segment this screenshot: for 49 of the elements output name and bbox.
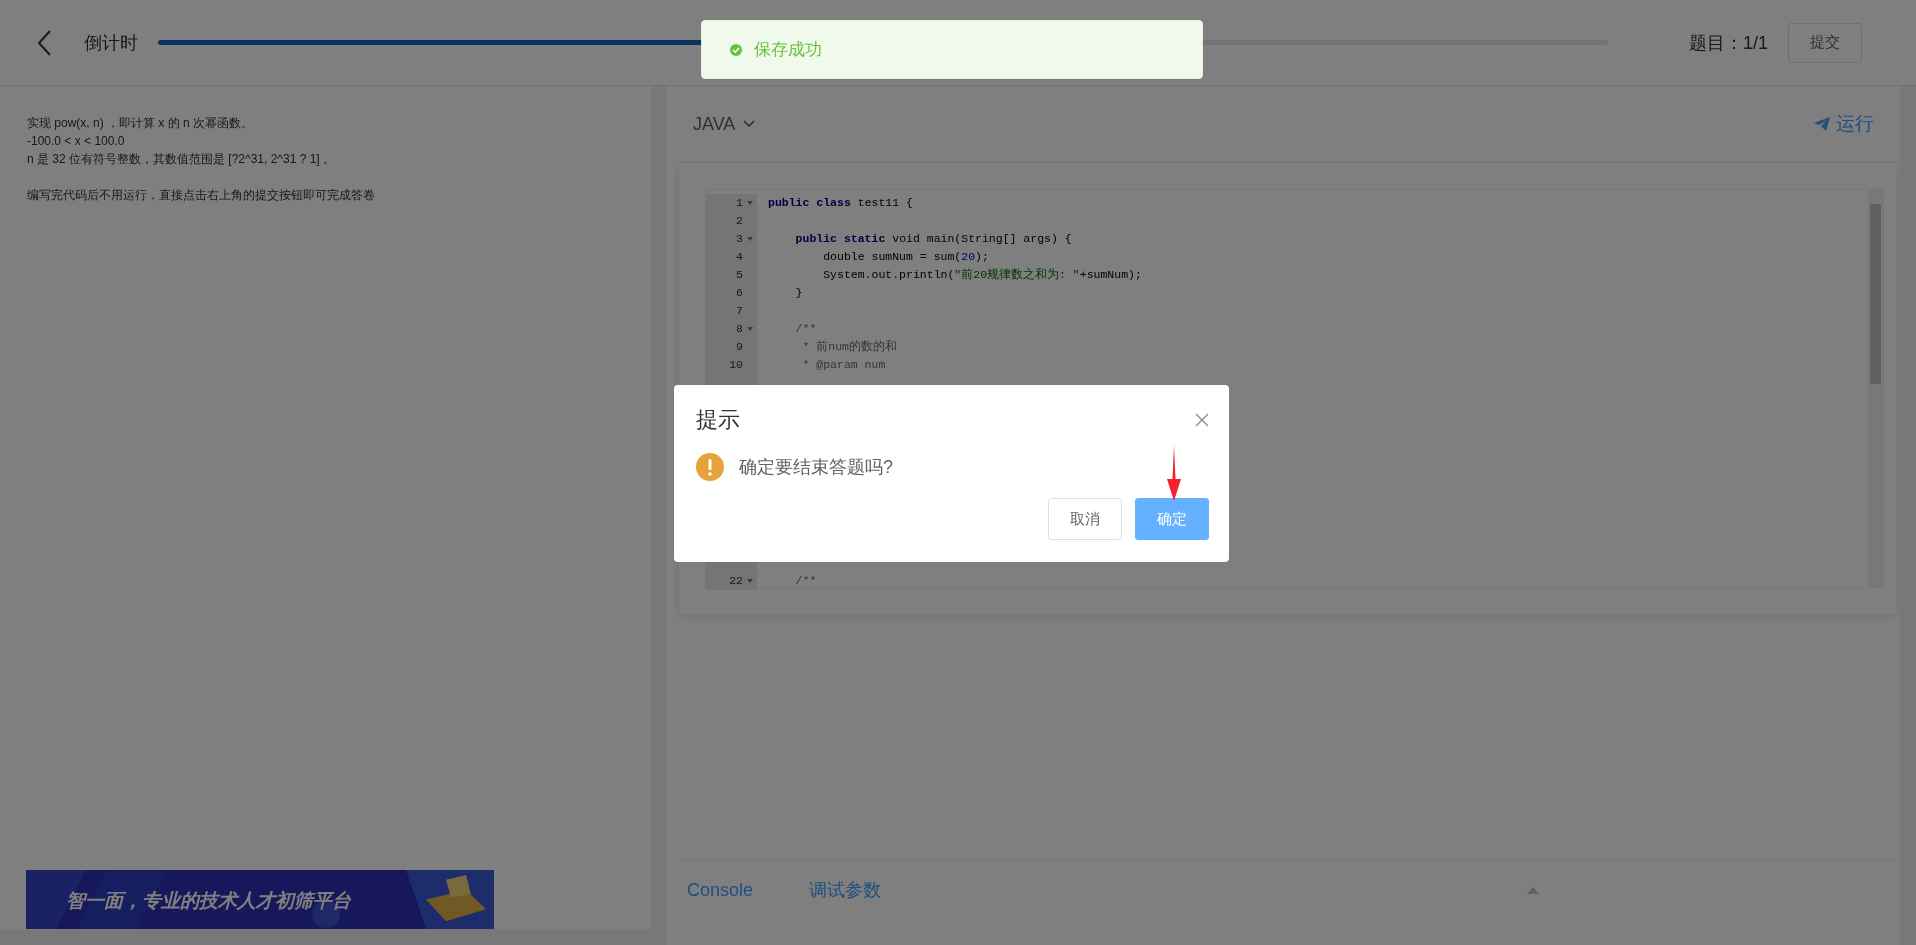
code-line: * @param num [801, 358, 886, 371]
line-number: 5 [736, 267, 743, 283]
close-icon[interactable] [1195, 413, 1209, 427]
cancel-button[interactable]: 取消 [1048, 498, 1122, 540]
code-line: public class test11 { [768, 196, 913, 209]
code-line: } [794, 286, 803, 299]
countdown-label: 倒计时 [84, 31, 138, 55]
confirm-button[interactable]: 确定 [1135, 498, 1209, 540]
submit-button[interactable]: 提交 [1788, 22, 1862, 63]
question-counter: 题目：1/1 [1688, 31, 1768, 55]
back-icon[interactable] [36, 28, 52, 57]
problem-text: n 是 32 位有符号整数，其数值范围是 [?2^31, 2^31 ? 1] 。 [27, 151, 337, 168]
code-line: /** [794, 574, 817, 587]
line-number: 1 [736, 195, 743, 211]
code-line: public static void main(String[] args) { [794, 232, 1072, 245]
fold-icon[interactable] [747, 579, 753, 583]
line-number: 10 [729, 357, 743, 373]
line-number: 6 [736, 285, 743, 301]
line-number: 22 [729, 573, 743, 589]
dialog-message: 确定要结束答题吗? [739, 456, 893, 479]
scrollbar[interactable] [0, 929, 651, 945]
line-number: 2 [736, 213, 743, 229]
send-icon [1814, 117, 1830, 131]
console-tab[interactable]: Console [687, 879, 754, 901]
line-number: 4 [736, 249, 743, 265]
chevron-down-icon [743, 120, 756, 128]
fold-icon[interactable] [747, 201, 753, 205]
fold-icon[interactable] [747, 237, 753, 241]
code-line: System.out.println("前20规律数之和为: "+sumNum); [822, 268, 1142, 281]
scrollbar[interactable] [1868, 190, 1883, 587]
banner-text: 智一面，专业的技术人才初筛平台 [66, 889, 351, 913]
run-button[interactable]: 运行 [1814, 111, 1874, 137]
caret-up-icon[interactable] [1527, 886, 1540, 894]
fold-icon[interactable] [747, 327, 753, 331]
line-number: 3 [736, 231, 743, 247]
language-dropdown[interactable]: JAVA [693, 113, 756, 135]
success-icon [730, 43, 742, 56]
console-tab[interactable]: 调试参数 [809, 878, 882, 902]
warning-icon [696, 453, 724, 481]
toast-message: 保存成功 [754, 39, 822, 61]
problem-text: -100.0 < x < 100.0 [27, 133, 126, 150]
line-number: 8 [736, 321, 743, 337]
code-line: double sumNum = sum(20); [822, 250, 989, 263]
line-number: 7 [736, 303, 743, 319]
code-line: /** [794, 322, 817, 335]
line-number: 9 [736, 339, 743, 355]
problem-text: 实现 pow(x, n) ，即计算 x 的 n 次幂函数。 [27, 115, 255, 132]
problem-text: 编写完代码后不用运行，直接点击右上角的提交按钮即可完成答卷 [27, 187, 376, 204]
code-line: * 前num的数的和 [801, 340, 897, 353]
